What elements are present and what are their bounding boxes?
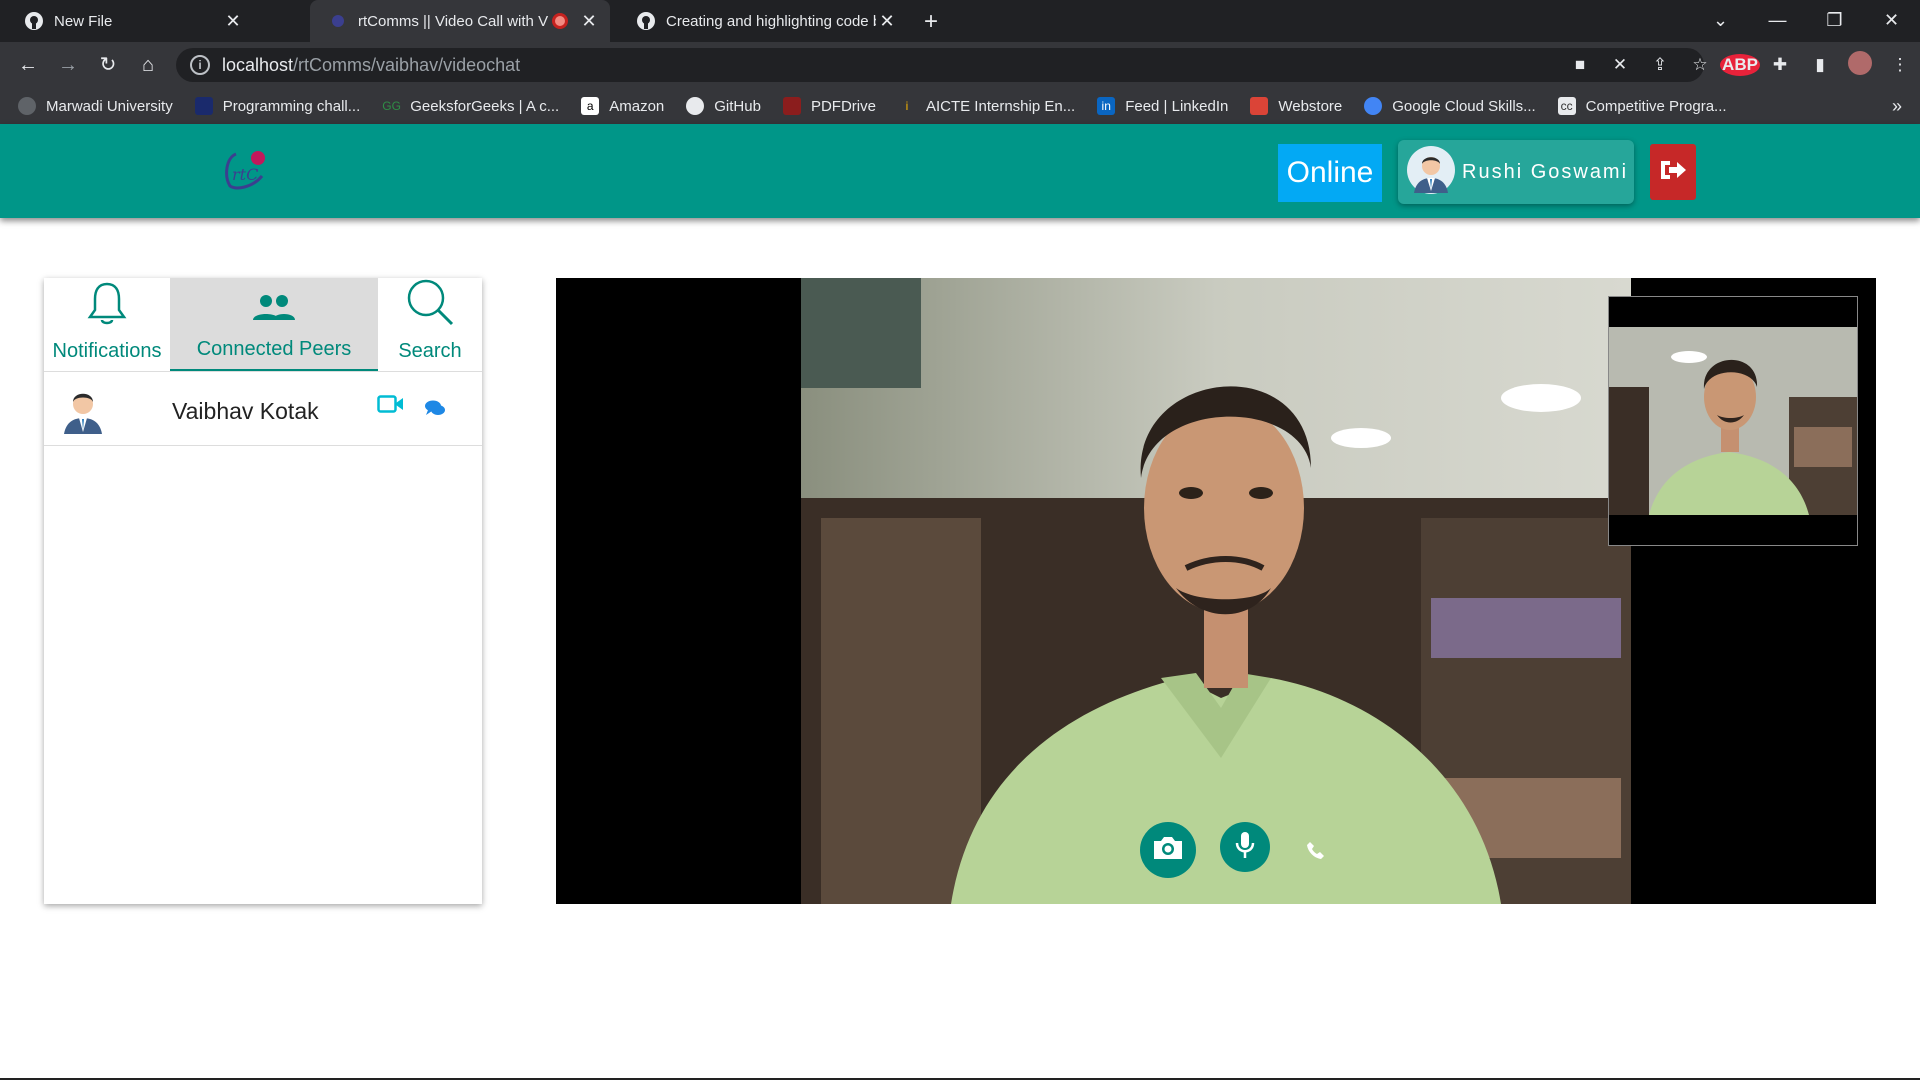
restore-icon[interactable]: ❐ bbox=[1806, 0, 1863, 42]
online-status-button[interactable]: Online bbox=[1278, 144, 1382, 202]
app-navbar: rtC Online Rushi Goswami bbox=[0, 124, 1920, 218]
video-call-icon[interactable] bbox=[377, 394, 405, 419]
browser-tab-rtcomms[interactable]: rtComms || Video Call with V ✕ bbox=[310, 0, 610, 42]
window-close-icon[interactable]: ✕ bbox=[1863, 0, 1920, 42]
remote-video bbox=[801, 278, 1631, 904]
peer-list-item[interactable]: Vaibhav Kotak bbox=[44, 372, 482, 446]
tab-label: Search bbox=[398, 340, 462, 362]
bookmark-item[interactable]: GG GeeksforGeeks | A c... bbox=[382, 97, 559, 115]
github-icon bbox=[686, 97, 705, 115]
bookmark-item[interactable]: Google Cloud Skills... bbox=[1364, 97, 1536, 115]
local-video-preview[interactable] bbox=[1608, 296, 1858, 546]
bookmark-item[interactable]: a Amazon bbox=[581, 97, 664, 115]
tab-title: rtComms || Video Call with V bbox=[358, 12, 549, 30]
close-icon[interactable]: ✕ bbox=[876, 11, 898, 32]
bookmark-item[interactable]: Marwadi University bbox=[18, 97, 173, 115]
url-host: localhost bbox=[222, 54, 294, 75]
gfg-icon: GG bbox=[382, 99, 401, 113]
new-tab-button[interactable]: + bbox=[924, 8, 938, 36]
reload-icon[interactable]: ↻ bbox=[88, 42, 128, 88]
local-video-feed bbox=[1609, 327, 1857, 515]
code-icon bbox=[194, 97, 213, 115]
tab-notifications[interactable]: Notifications bbox=[44, 278, 170, 371]
close-icon[interactable]: ✕ bbox=[222, 11, 244, 32]
peer-avatar bbox=[60, 382, 106, 439]
google-cloud-icon bbox=[1364, 97, 1383, 115]
close-icon[interactable]: ✕ bbox=[578, 11, 600, 32]
user-avatar bbox=[1406, 145, 1456, 200]
bookmarks-bar: Marwadi University Programming chall... … bbox=[0, 88, 1920, 124]
toggle-camera-button[interactable] bbox=[1140, 822, 1196, 878]
adblock-icon[interactable]: ABP bbox=[1720, 54, 1760, 76]
bookmark-item[interactable]: cc Competitive Progra... bbox=[1557, 97, 1727, 115]
share-icon[interactable]: ⇪ bbox=[1640, 55, 1680, 75]
browser-tab-new-file[interactable]: New File ✕ bbox=[0, 0, 254, 42]
globe-icon bbox=[18, 97, 36, 115]
browser-toolbar: ← → ↻ ⌂ i localhost/rtComms/vaibhav/vide… bbox=[0, 42, 1920, 88]
tab-title: Creating and highlighting code b bbox=[666, 12, 876, 30]
bookmark-star-icon[interactable]: ☆ bbox=[1680, 55, 1720, 75]
site-info-icon[interactable]: i bbox=[190, 55, 210, 75]
bookmark-item[interactable]: GitHub bbox=[686, 97, 761, 115]
peers-panel: Notifications Connected Peers Search Vai… bbox=[44, 278, 482, 904]
github-icon bbox=[636, 11, 656, 31]
github-icon bbox=[24, 11, 44, 31]
user-profile-button[interactable]: Rushi Goswami bbox=[1398, 140, 1634, 204]
forward-icon[interactable]: → bbox=[48, 42, 88, 88]
tab-label: Notifications bbox=[52, 340, 162, 362]
more-bookmarks-icon[interactable]: » bbox=[1892, 96, 1902, 117]
tab-search-icon[interactable]: ⌄ bbox=[1692, 0, 1749, 42]
tab-label: Connected Peers bbox=[196, 338, 352, 360]
profile-avatar[interactable] bbox=[1840, 50, 1880, 80]
sign-out-icon bbox=[1659, 158, 1687, 187]
peer-name: Vaibhav Kotak bbox=[172, 398, 319, 424]
browser-tab-creating-code[interactable]: Creating and highlighting code b ✕ bbox=[612, 0, 908, 42]
search-icon bbox=[404, 276, 456, 334]
bookmark-item[interactable]: in Feed | LinkedIn bbox=[1097, 97, 1228, 115]
linkedin-icon: in bbox=[1097, 97, 1116, 115]
user-name: Rushi Goswami bbox=[1462, 160, 1629, 183]
minimize-icon[interactable]: — bbox=[1749, 0, 1806, 42]
remote-video-frame bbox=[801, 278, 1631, 904]
home-icon[interactable]: ⌂ bbox=[128, 42, 168, 88]
phone-icon bbox=[1306, 840, 1326, 865]
end-call-button[interactable] bbox=[1304, 840, 1328, 864]
muted-audio-icon[interactable]: ✕ bbox=[1600, 55, 1640, 75]
rtcomms-icon bbox=[328, 11, 348, 31]
people-icon bbox=[249, 292, 299, 332]
bookmark-item[interactable]: Webstore bbox=[1250, 97, 1342, 115]
video-stage bbox=[556, 278, 1876, 904]
camera-icon bbox=[1151, 834, 1185, 867]
menu-icon[interactable]: ⋮ bbox=[1880, 55, 1920, 75]
tab-search[interactable]: Search bbox=[378, 278, 482, 371]
webstore-icon bbox=[1250, 97, 1269, 115]
panel-tabs: Notifications Connected Peers Search bbox=[44, 278, 482, 372]
address-bar[interactable]: i localhost/rtComms/vaibhav/videochat bbox=[176, 48, 1704, 82]
back-icon[interactable]: ← bbox=[8, 42, 48, 88]
bookmark-item[interactable]: i AICTE Internship En... bbox=[898, 97, 1076, 115]
browser-tab-strip: New File ✕ rtComms || Video Call with V … bbox=[0, 0, 1920, 42]
pdf-icon bbox=[782, 97, 801, 115]
aicte-icon: i bbox=[905, 99, 909, 113]
recording-icon bbox=[552, 13, 568, 29]
side-panel-icon[interactable]: ▮ bbox=[1800, 55, 1840, 75]
bookmark-item[interactable]: Programming chall... bbox=[194, 97, 360, 115]
bookmark-item[interactable]: PDFDrive bbox=[782, 97, 876, 115]
camera-in-use-icon[interactable]: ■ bbox=[1560, 55, 1600, 75]
cc-icon: cc bbox=[1557, 97, 1576, 115]
bell-icon bbox=[85, 280, 129, 334]
chat-icon[interactable] bbox=[424, 400, 446, 421]
amazon-icon: a bbox=[581, 97, 600, 115]
tab-title: New File bbox=[54, 12, 113, 30]
extensions-icon[interactable]: ✚ bbox=[1760, 55, 1800, 75]
url-path: /rtComms/vaibhav/videochat bbox=[293, 54, 521, 75]
app-logo[interactable]: rtC bbox=[222, 146, 272, 192]
logout-button[interactable] bbox=[1650, 144, 1696, 200]
mic-icon bbox=[1234, 830, 1256, 865]
logo-text: rtC bbox=[232, 165, 258, 184]
toggle-mic-button[interactable] bbox=[1220, 822, 1270, 872]
tab-connected-peers[interactable]: Connected Peers bbox=[170, 278, 378, 371]
